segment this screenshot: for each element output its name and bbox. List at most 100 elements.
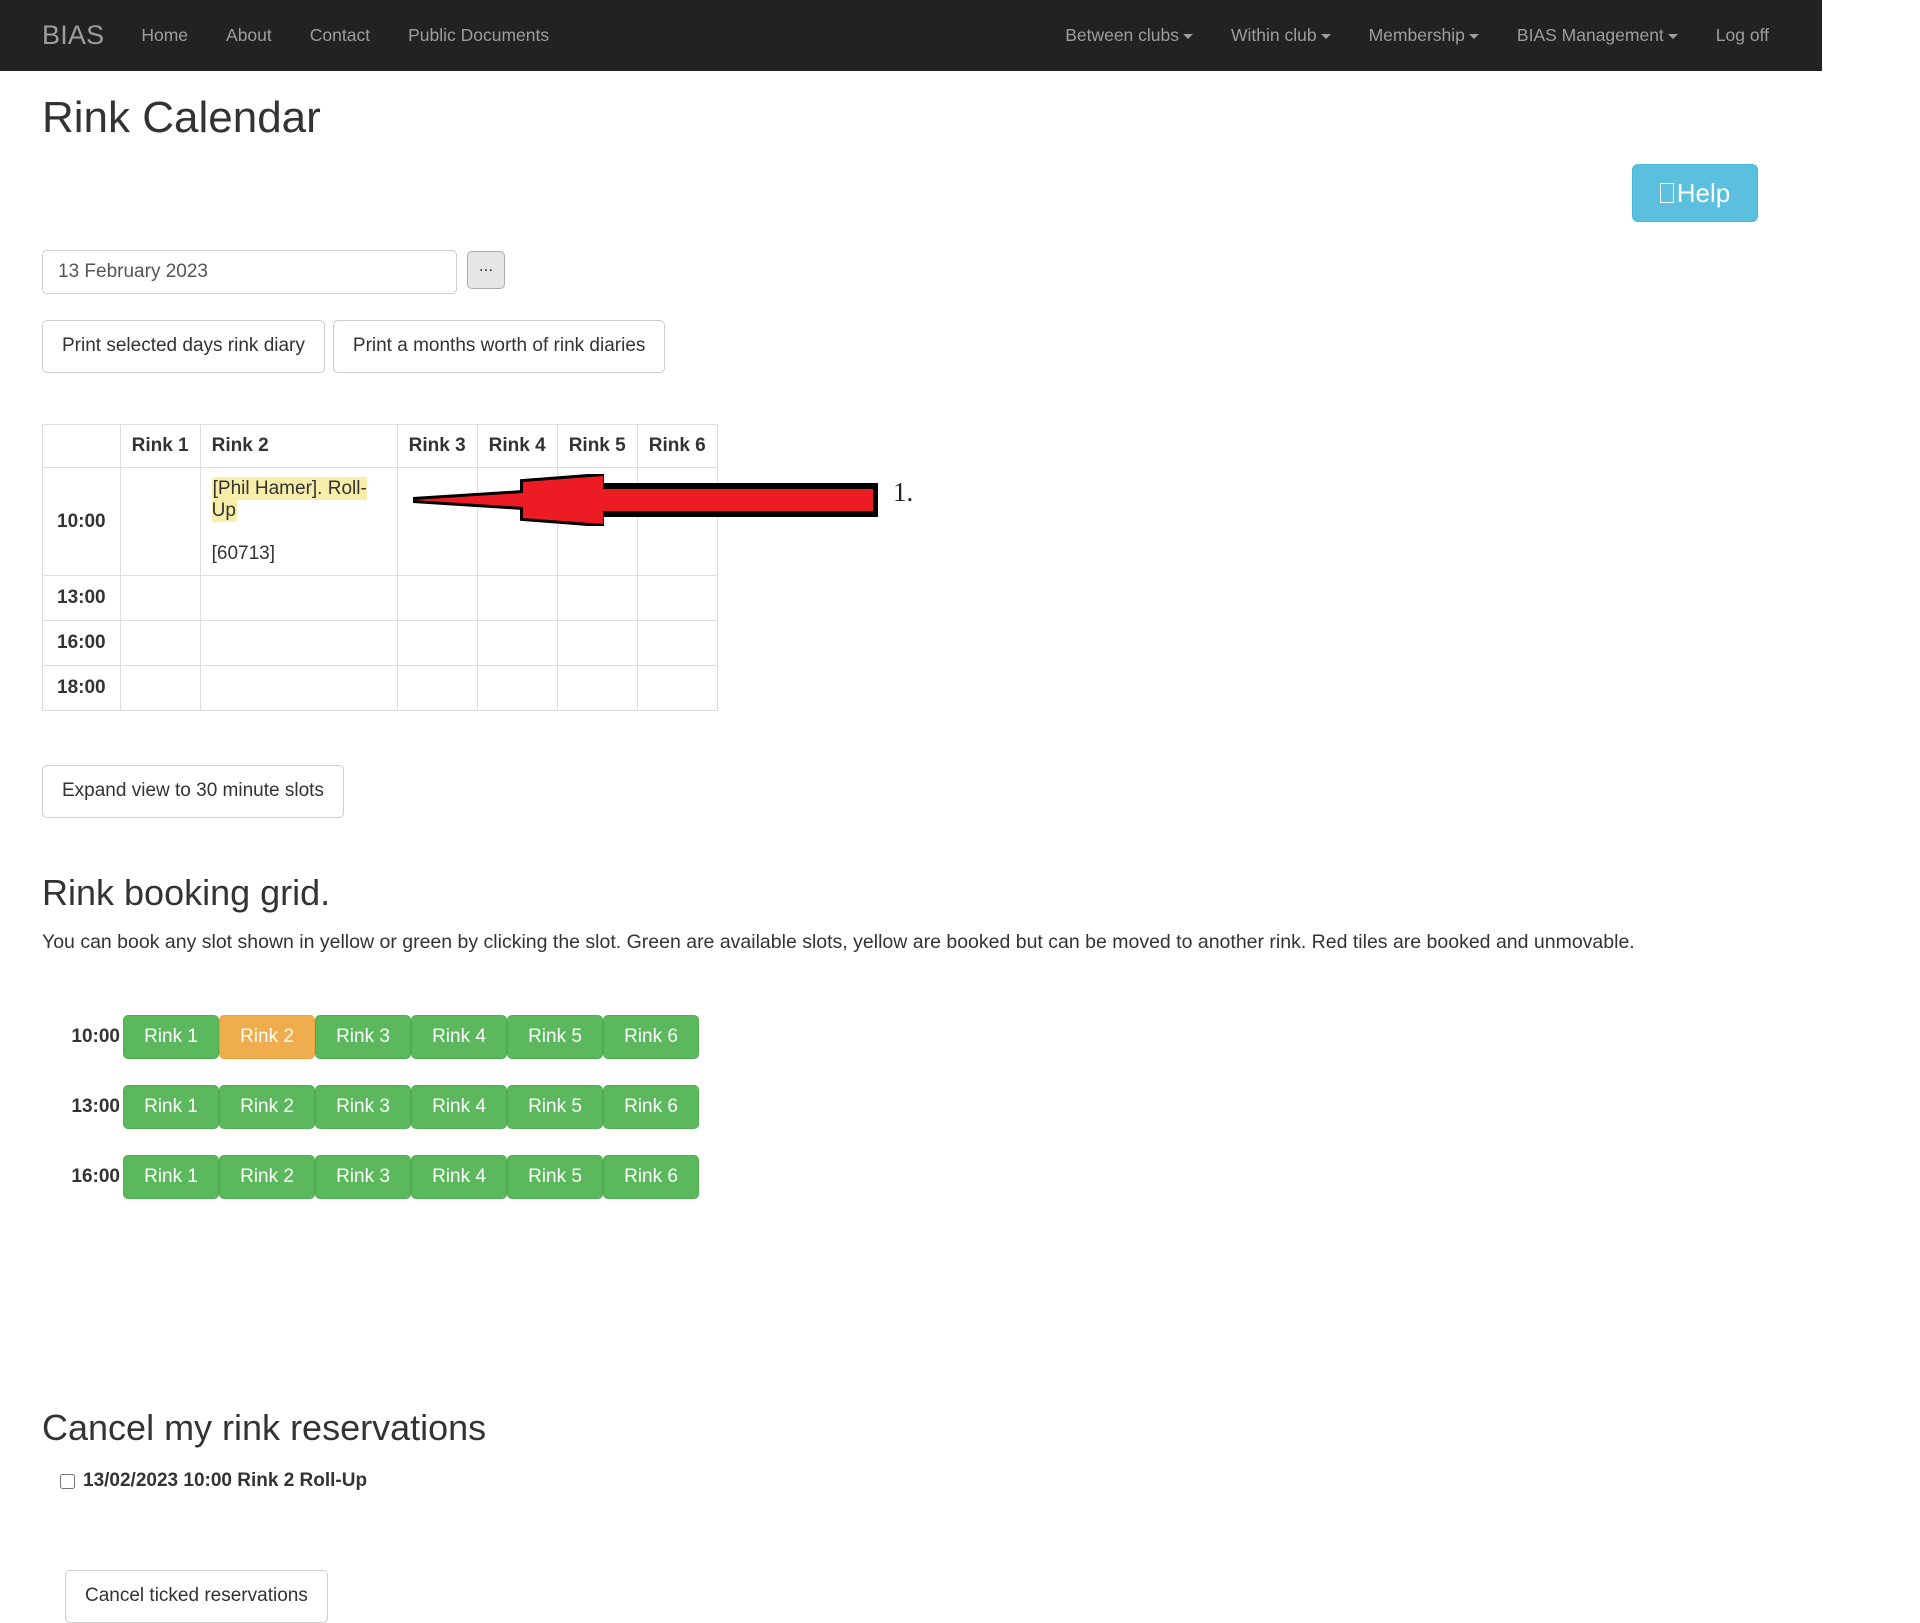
page-title: Rink Calendar bbox=[42, 93, 321, 142]
nav-item-between-clubs-label: Between clubs bbox=[1065, 25, 1180, 45]
booking-slot-1300-rink-6[interactable]: Rink 6 bbox=[603, 1085, 699, 1129]
nav-item-contact[interactable]: Contact bbox=[291, 0, 389, 71]
nav-item-home[interactable]: Home bbox=[122, 0, 207, 71]
row-time-1600: 16:00 bbox=[42, 620, 121, 666]
navbar-right-group: Between clubs Within club Membership BIA… bbox=[1046, 0, 1822, 71]
nav-item-about[interactable]: About bbox=[207, 0, 291, 71]
slot-cell-1000-rink-5[interactable] bbox=[556, 467, 638, 576]
booking-slot-1300-rink-3[interactable]: Rink 3 bbox=[315, 1085, 411, 1129]
booking-id: [60713] bbox=[211, 543, 276, 564]
table-row: 16:00 bbox=[42, 620, 718, 666]
slot-cell-1300-rink-4[interactable] bbox=[476, 575, 558, 621]
nav-item-membership-label: Membership bbox=[1368, 25, 1465, 45]
booking-grid-row-1300: 13:00 Rink 1 Rink 2 Rink 3 Rink 4 Rink 5… bbox=[42, 1085, 699, 1129]
nav-item-bias-management-label: BIAS Management bbox=[1516, 25, 1664, 45]
slot-cell-1600-rink-2[interactable] bbox=[199, 620, 398, 666]
top-navbar: BIAS Home About Contact Public Documents… bbox=[0, 0, 1822, 71]
nav-item-within-club-label: Within club bbox=[1231, 25, 1317, 45]
booking-slot-1000-rink-6[interactable]: Rink 6 bbox=[603, 1015, 699, 1059]
date-input[interactable] bbox=[42, 250, 457, 294]
row-time-1300: 13:00 bbox=[42, 575, 121, 621]
slot-cell-1000-rink-1[interactable] bbox=[119, 467, 201, 576]
print-selected-day-button[interactable]: Print selected days rink diary bbox=[42, 320, 325, 373]
annotation-step-number: 1. bbox=[893, 477, 914, 507]
slot-cell-1600-rink-1[interactable] bbox=[119, 620, 201, 666]
booking-slot-1000-rink-5[interactable]: Rink 5 bbox=[507, 1015, 603, 1059]
slot-cell-1600-rink-3[interactable] bbox=[396, 620, 478, 666]
help-button[interactable]: Help bbox=[1632, 164, 1758, 222]
nav-item-bias-management[interactable]: BIAS Management bbox=[1498, 0, 1697, 71]
nav-item-log-off[interactable]: Log off bbox=[1697, 0, 1788, 71]
navbar-left-group: BIAS Home About Contact Public Documents bbox=[0, 0, 568, 71]
col-header-rink-4: Rink 4 bbox=[476, 424, 558, 468]
slot-cell-1000-rink-6[interactable] bbox=[636, 467, 718, 576]
booking-grid-row-time: 13:00 bbox=[71, 1096, 120, 1117]
chevron-down-icon bbox=[1468, 33, 1479, 39]
booking-slot-1600-rink-5[interactable]: Rink 5 bbox=[507, 1155, 603, 1199]
booking-slot-1300-rink-4[interactable]: Rink 4 bbox=[411, 1085, 507, 1129]
slot-cell-1600-rink-4[interactable] bbox=[476, 620, 558, 666]
date-picker-browse-button[interactable]: ... bbox=[467, 251, 505, 289]
question-mark-icon bbox=[1659, 183, 1674, 203]
slot-cell-1000-rink-4[interactable] bbox=[476, 467, 558, 576]
slot-cell-1300-rink-2[interactable] bbox=[199, 575, 398, 621]
col-header-rink-2: Rink 2 bbox=[199, 424, 398, 468]
booking-slot-1000-rink-2[interactable]: Rink 2 bbox=[219, 1015, 315, 1059]
expand-view-button[interactable]: Expand view to 30 minute slots bbox=[42, 765, 344, 818]
table-row: 18:00 bbox=[42, 665, 718, 711]
nav-item-membership[interactable]: Membership bbox=[1350, 0, 1498, 71]
print-month-button[interactable]: Print a months worth of rink diaries bbox=[332, 320, 666, 373]
slot-cell-1800-rink-6[interactable] bbox=[636, 665, 718, 711]
slot-cell-1300-rink-6[interactable] bbox=[636, 575, 718, 621]
help-button-label: Help bbox=[1676, 177, 1731, 208]
slot-cell-1300-rink-5[interactable] bbox=[556, 575, 638, 621]
nav-item-between-clubs[interactable]: Between clubs bbox=[1046, 0, 1212, 71]
booking-slot-1000-rink-1[interactable]: Rink 1 bbox=[123, 1015, 219, 1059]
col-header-rink-5: Rink 5 bbox=[556, 424, 638, 468]
slot-cell-1000-rink-2[interactable]: [Phil Hamer]. Roll-Up [60713] bbox=[199, 467, 398, 576]
nav-item-within-club[interactable]: Within club bbox=[1212, 0, 1350, 71]
rink-calendar-head: Rink 1 Rink 2 Rink 3 Rink 4 Rink 5 Rink … bbox=[42, 424, 718, 468]
booking-slot-1000-rink-4[interactable]: Rink 4 bbox=[411, 1015, 507, 1059]
navbar-brand-bias[interactable]: BIAS bbox=[0, 0, 122, 71]
cancel-button-wrapper: Cancel ticked reservations bbox=[65, 1570, 328, 1623]
slot-cell-1300-rink-3[interactable] bbox=[396, 575, 478, 621]
booking-slot-1600-rink-1[interactable]: Rink 1 bbox=[123, 1155, 219, 1199]
row-time-1800: 18:00 bbox=[42, 665, 121, 711]
col-header-rink-6: Rink 6 bbox=[636, 424, 718, 468]
cancel-reservation-checkbox[interactable] bbox=[60, 1473, 75, 1489]
booking-slot-1300-rink-5[interactable]: Rink 5 bbox=[507, 1085, 603, 1129]
booking-label: [Phil Hamer]. Roll-Up bbox=[211, 477, 367, 522]
booking-slot-1600-rink-2[interactable]: Rink 2 bbox=[219, 1155, 315, 1199]
cancel-reservations-title: Cancel my rink reservations bbox=[42, 1407, 487, 1448]
booking-slot-1600-rink-4[interactable]: Rink 4 bbox=[411, 1155, 507, 1199]
booking-slot-1300-rink-2[interactable]: Rink 2 bbox=[219, 1085, 315, 1129]
booking-slot-1600-rink-3[interactable]: Rink 3 bbox=[315, 1155, 411, 1199]
booking-grid-row-1600: 16:00 Rink 1 Rink 2 Rink 3 Rink 4 Rink 5… bbox=[42, 1155, 699, 1199]
booking-grid-row-1000: 10:00 Rink 1 Rink 2 Rink 3 Rink 4 Rink 5… bbox=[42, 1015, 699, 1059]
slot-cell-1800-rink-2[interactable] bbox=[199, 665, 398, 711]
cancel-ticked-reservations-button[interactable]: Cancel ticked reservations bbox=[65, 1570, 328, 1623]
slot-cell-1600-rink-5[interactable] bbox=[556, 620, 638, 666]
slot-cell-1800-rink-5[interactable] bbox=[556, 665, 638, 711]
slot-cell-1800-rink-4[interactable] bbox=[476, 665, 558, 711]
col-header-blank bbox=[42, 424, 121, 468]
slot-cell-1800-rink-3[interactable] bbox=[396, 665, 478, 711]
table-row: 10:00 [Phil Hamer]. Roll-Up [60713] bbox=[42, 467, 718, 576]
booking-slot-1000-rink-3[interactable]: Rink 3 bbox=[315, 1015, 411, 1059]
booking-grid-row-time: 16:00 bbox=[71, 1166, 120, 1187]
list-item[interactable]: 13/02/2023 10:00 Rink 2 Roll-Up bbox=[60, 1470, 367, 1492]
expand-view-wrapper: Expand view to 30 minute slots bbox=[42, 765, 344, 818]
rink-calendar-body: 10:00 [Phil Hamer]. Roll-Up [60713] 13:0… bbox=[42, 467, 718, 711]
booking-slot-1600-rink-6[interactable]: Rink 6 bbox=[603, 1155, 699, 1199]
slot-cell-1000-rink-3[interactable] bbox=[396, 467, 478, 576]
nav-item-public-documents[interactable]: Public Documents bbox=[389, 0, 568, 71]
slot-cell-1800-rink-1[interactable] bbox=[119, 665, 201, 711]
booking-slot-1300-rink-1[interactable]: Rink 1 bbox=[123, 1085, 219, 1129]
slot-cell-1300-rink-1[interactable] bbox=[119, 575, 201, 621]
rink-calendar-table-wrapper: Rink 1 Rink 2 Rink 3 Rink 4 Rink 5 Rink … bbox=[42, 424, 718, 711]
row-time-1000: 10:00 bbox=[42, 467, 121, 576]
table-row: 13:00 bbox=[42, 575, 718, 621]
page-container: Rink Calendar bbox=[0, 71, 1920, 142]
slot-cell-1600-rink-6[interactable] bbox=[636, 620, 718, 666]
